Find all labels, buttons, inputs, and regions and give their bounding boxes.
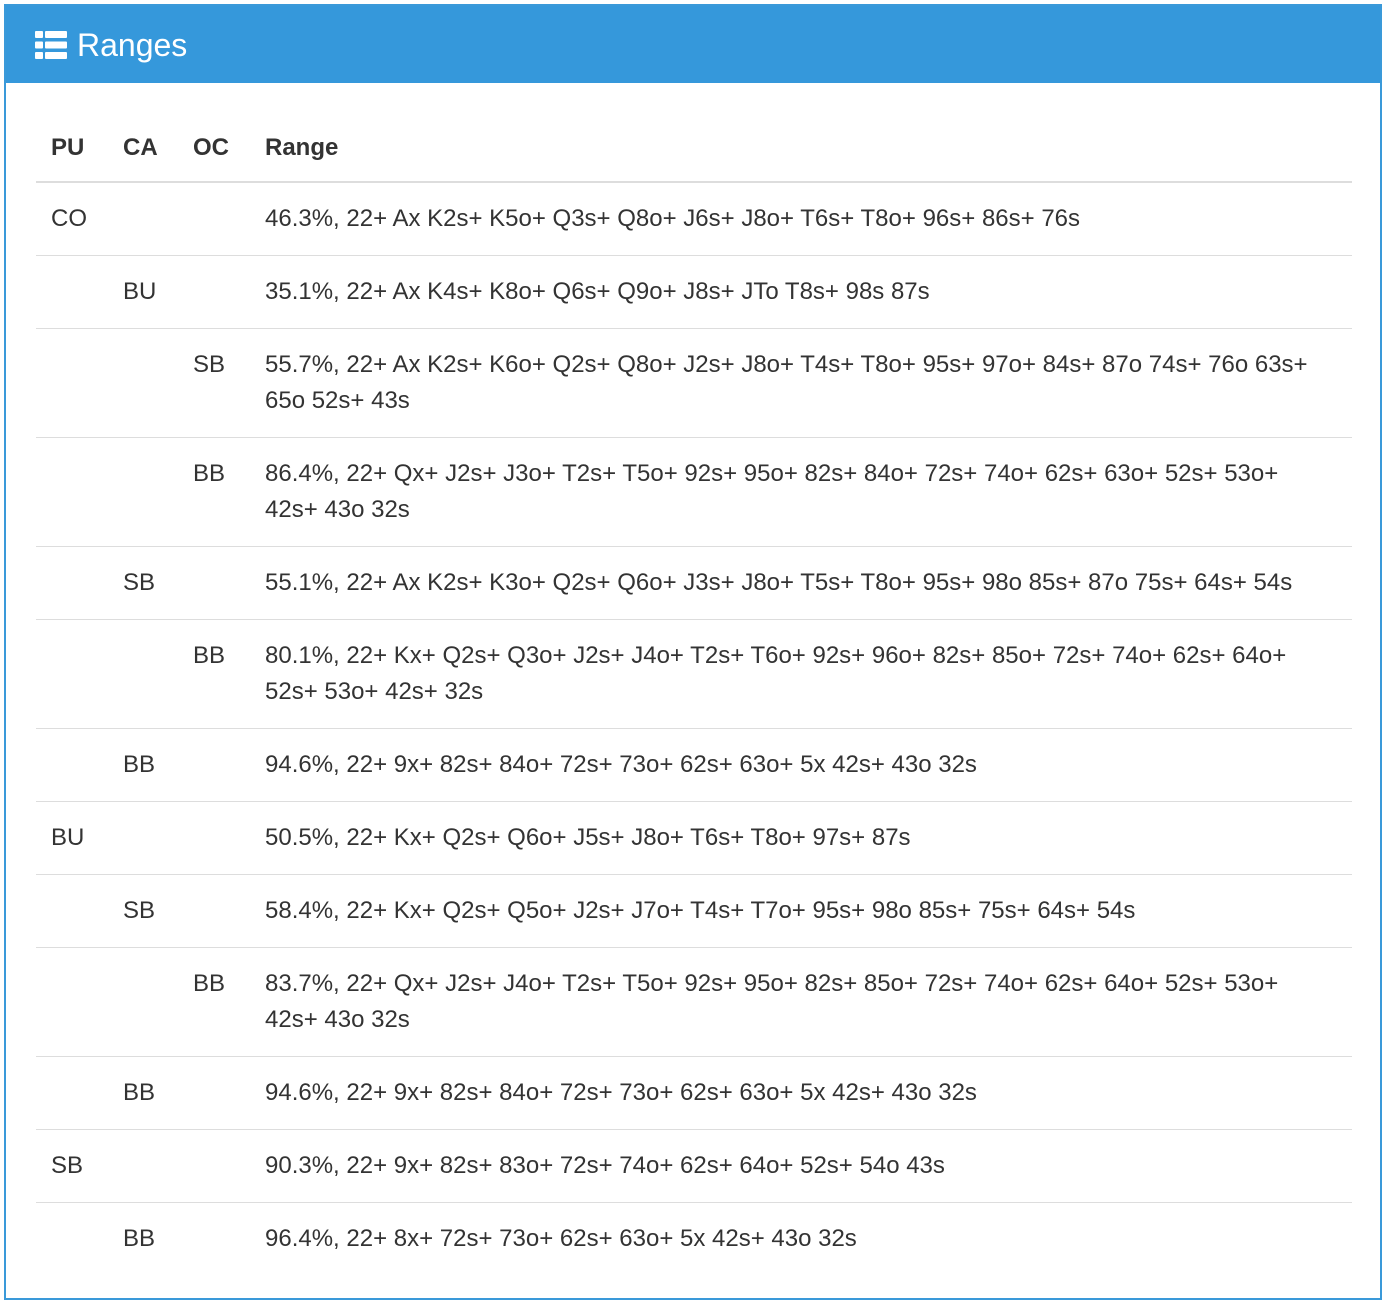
cell-pu: BU (36, 801, 108, 875)
cell-pu: SB (36, 1129, 108, 1203)
cell-range: 80.1%, 22+ Kx+ Q2s+ Q3o+ J2s+ J4o+ T2s+ … (250, 619, 1352, 729)
table-row: SB 55.1%, 22+ Ax K2s+ K3o+ Q2s+ Q6o+ J3s+… (36, 546, 1352, 620)
cell-pu (36, 546, 108, 620)
cell-pu: CO (51, 205, 87, 232)
table-row: BB 96.4%, 22+ 8x+ 72s+ 73o+ 62s+ 63o+ 5x … (36, 1202, 1352, 1275)
cell-oc (178, 728, 250, 802)
cell-oc (178, 546, 250, 620)
cell-oc (178, 1056, 250, 1130)
cell-range: 94.6%, 22+ 9x+ 82s+ 84o+ 72s+ 73o+ 62s+ … (250, 728, 1352, 802)
table-row: BB 94.6%, 22+ 9x+ 82s+ 84o+ 72s+ 73o+ 62s… (36, 1056, 1352, 1130)
cell-ca: BB (108, 728, 178, 802)
cell-oc: BB (178, 619, 250, 729)
cell-oc (178, 1129, 250, 1203)
cell-pu (36, 619, 108, 729)
cell-pu (36, 437, 108, 547)
cell-ca (108, 801, 178, 875)
table-row: BB 86.4%, 22+ Qx+ J2s+ J3o+ T2s+ T5o+ 92s… (36, 437, 1352, 547)
header-ca: CA (108, 119, 178, 183)
cell-range: 58.4%, 22+ Kx+ Q2s+ Q5o+ J2s+ J7o+ T4s+ … (250, 874, 1352, 948)
cell-range: 86.4%, 22+ Qx+ J2s+ J3o+ T2s+ T5o+ 92s+ … (250, 437, 1352, 547)
cell-range: 83.7%, 22+ Qx+ J2s+ J4o+ T2s+ T5o+ 92s+ … (250, 947, 1352, 1057)
cell-range: 96.4%, 22+ 8x+ 72s+ 73o+ 62s+ 63o+ 5x 42… (250, 1202, 1352, 1275)
cell-oc (178, 874, 250, 948)
cell-range: 50.5%, 22+ Kx+ Q2s+ Q6o+ J5s+ J8o+ T6s+ … (250, 801, 1352, 875)
cell-ca: BU (108, 255, 178, 329)
ranges-panel: Ranges PU CA OC Range CO 46.3%, 22+ Ax K2… (4, 4, 1382, 1300)
cell-range: 46.3%, 22+ Ax K2s+ K5o+ Q3s+ Q8o+ J6s+ J… (265, 205, 1081, 232)
cell-oc: SB (178, 328, 250, 438)
cell-ca: SB (108, 546, 178, 620)
cell-pu (36, 328, 108, 438)
cell-ca: BB (108, 1056, 178, 1130)
panel-heading: Ranges (6, 6, 1380, 83)
table-row: BU 35.1%, 22+ Ax K4s+ K8o+ Q6s+ Q9o+ J8s+… (36, 255, 1352, 329)
cell-ca: SB (108, 874, 178, 948)
cell-range: 55.7%, 22+ Ax K2s+ K6o+ Q2s+ Q8o+ J2s+ J… (250, 328, 1352, 438)
header-row: PU CA OC Range (36, 119, 1352, 183)
cell-oc (178, 801, 250, 875)
table-row: SB 58.4%, 22+ Kx+ Q2s+ Q5o+ J2s+ J7o+ T4s… (36, 874, 1352, 948)
cell-pu (36, 728, 108, 802)
cell-pu (36, 1202, 108, 1275)
cell-oc (178, 182, 250, 256)
table-row: SB 90.3%, 22+ 9x+ 82s+ 83o+ 72s+ 74o+ 62s… (36, 1129, 1352, 1203)
cell-ca: BB (108, 1202, 178, 1275)
table-header: PU CA OC Range (36, 119, 1352, 183)
table-row: BU 50.5%, 22+ Kx+ Q2s+ Q6o+ J5s+ J8o+ T6s… (36, 801, 1352, 875)
header-range: Range (250, 119, 1352, 183)
panel-body: PU CA OC Range CO 46.3%, 22+ Ax K2s+ K5o+… (6, 83, 1380, 1275)
cell-oc (178, 255, 250, 329)
cell-pu (36, 874, 108, 948)
table-row: BB 83.7%, 22+ Qx+ J2s+ J4o+ T2s+ T5o+ 92s… (36, 947, 1352, 1057)
cell-ca (108, 1129, 178, 1203)
header-oc: OC (178, 119, 250, 183)
cell-ca (108, 947, 178, 1057)
cell-range: 90.3%, 22+ 9x+ 82s+ 83o+ 72s+ 74o+ 62s+ … (250, 1129, 1352, 1203)
cell-pu (36, 255, 108, 329)
cell-range: 35.1%, 22+ Ax K4s+ K8o+ Q6s+ Q9o+ J8s+ J… (250, 255, 1352, 329)
cell-oc (178, 1202, 250, 1275)
ranges-table: PU CA OC Range CO 46.3%, 22+ Ax K2s+ K5o+… (36, 119, 1352, 1275)
cell-ca (108, 328, 178, 438)
table-row: BB 94.6%, 22+ 9x+ 82s+ 84o+ 72s+ 73o+ 62s… (36, 728, 1352, 802)
list-icon (35, 30, 67, 59)
panel-title: Ranges (77, 26, 188, 63)
cell-ca (108, 437, 178, 547)
cell-range: 55.1%, 22+ Ax K2s+ K3o+ Q2s+ Q6o+ J3s+ J… (250, 546, 1352, 620)
table-row: SB 55.7%, 22+ Ax K2s+ K6o+ Q2s+ Q8o+ J2s+… (36, 328, 1352, 438)
cell-pu (36, 947, 108, 1057)
cell-ca (108, 619, 178, 729)
table-row: BB 80.1%, 22+ Kx+ Q2s+ Q3o+ J2s+ J4o+ T2s… (36, 619, 1352, 729)
cell-ca (108, 182, 178, 256)
header-pu: PU (36, 119, 108, 183)
cell-range: 94.6%, 22+ 9x+ 82s+ 84o+ 72s+ 73o+ 62s+ … (250, 1056, 1352, 1130)
table-body: CO 46.3%, 22+ Ax K2s+ K5o+ Q3s+ Q8o+ J6s+… (36, 182, 1352, 1275)
cell-oc: BB (178, 437, 250, 547)
cell-oc: BB (178, 947, 250, 1057)
table-row: CO 46.3%, 22+ Ax K2s+ K5o+ Q3s+ Q8o+ J6s+… (36, 182, 1352, 256)
cell-pu (36, 1056, 108, 1130)
